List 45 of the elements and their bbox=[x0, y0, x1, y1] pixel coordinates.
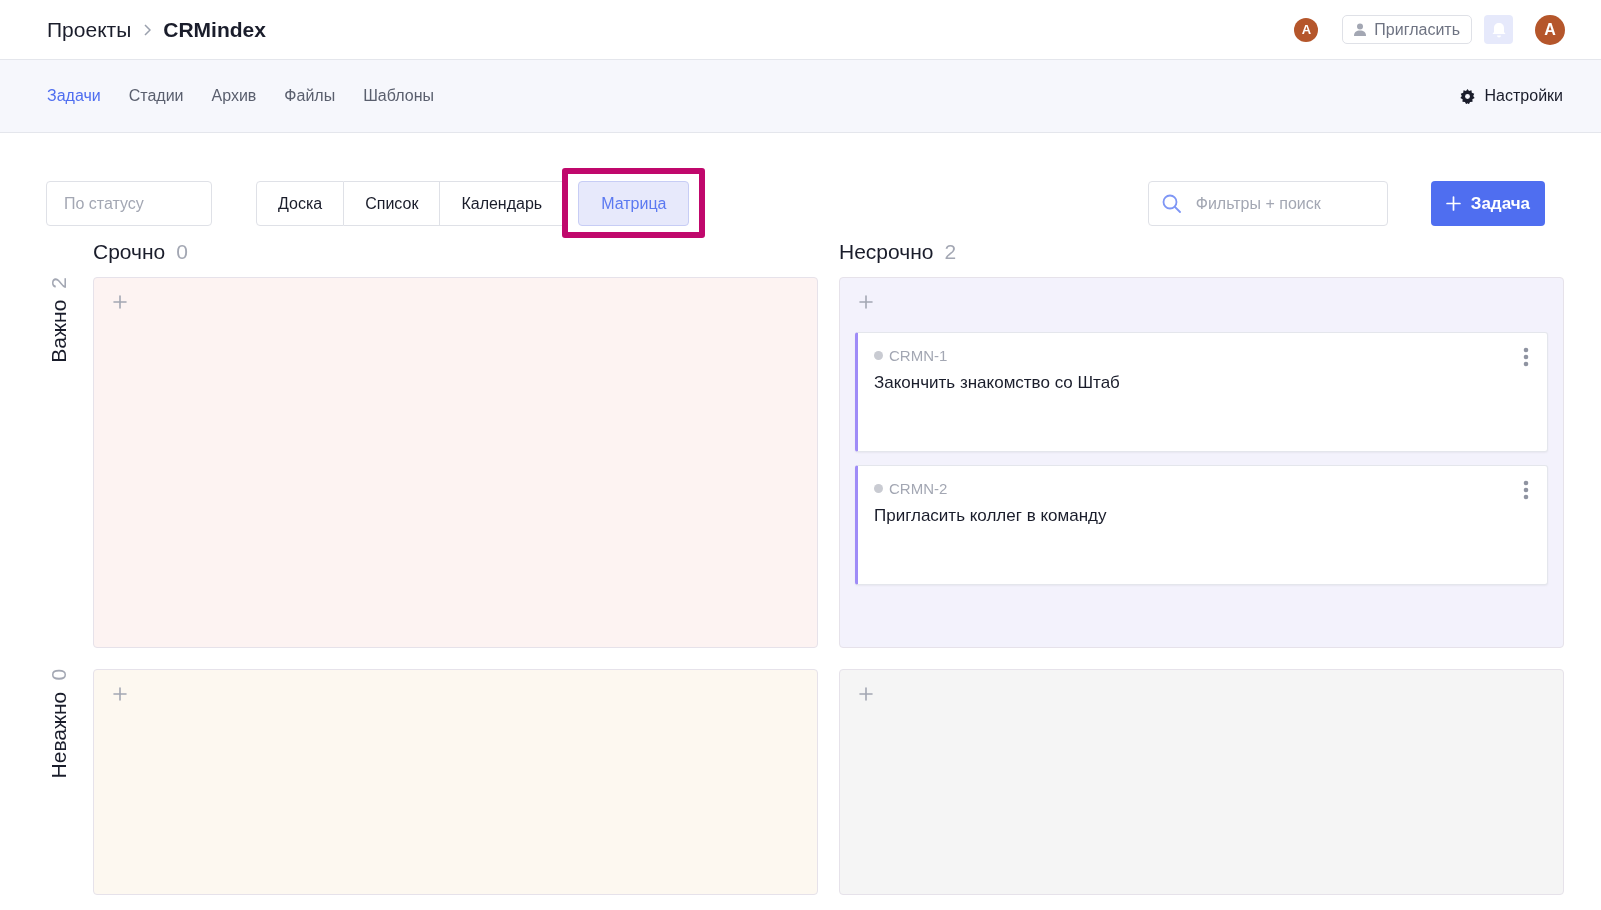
column-title: Несрочно bbox=[839, 240, 934, 264]
add-icon[interactable] bbox=[859, 295, 873, 309]
member-avatar[interactable]: A bbox=[1294, 17, 1319, 42]
search-field[interactable]: Фильтры + поиск bbox=[1147, 181, 1388, 226]
add-icon[interactable] bbox=[113, 295, 127, 309]
row-title: Важно bbox=[47, 299, 71, 363]
project-title: CRMindex bbox=[163, 17, 266, 42]
add-icon[interactable] bbox=[859, 687, 873, 701]
nav-tab[interactable]: Задачи bbox=[47, 87, 101, 105]
column-title: Срочно bbox=[93, 240, 166, 264]
view-tab[interactable]: Календарь bbox=[440, 181, 565, 226]
search-icon bbox=[1161, 194, 1181, 213]
view-tab[interactable]: Доска bbox=[256, 181, 345, 226]
column-count: 0 bbox=[176, 240, 188, 264]
task-key: CRMN-2 bbox=[889, 480, 948, 497]
nav-tab[interactable]: Файлы bbox=[284, 87, 336, 105]
more-options-icon[interactable] bbox=[1523, 480, 1529, 500]
settings-icon bbox=[1459, 88, 1475, 104]
row-count: 2 bbox=[47, 277, 71, 289]
status-filter-field[interactable]: По статусу bbox=[46, 181, 212, 226]
nav-tab[interactable]: Стадии bbox=[128, 87, 184, 105]
nav-tab[interactable]: Шаблоны bbox=[363, 87, 434, 105]
task-title[interactable]: Закончить знакомство со Штаб bbox=[874, 373, 1531, 393]
invite-button[interactable]: Пригласить bbox=[1342, 15, 1472, 44]
user-avatar[interactable]: A bbox=[1535, 14, 1565, 45]
task-title[interactable]: Пригласить коллег в команду bbox=[874, 506, 1531, 526]
nav-tab[interactable]: Архив bbox=[211, 87, 257, 105]
breadcrumb-link[interactable]: Проекты bbox=[47, 17, 132, 42]
view-tab[interactable]: Матрица bbox=[578, 181, 690, 226]
task-key: CRMN-1 bbox=[889, 347, 948, 364]
row-title: Неважно bbox=[47, 691, 71, 779]
bell-icon bbox=[1491, 21, 1506, 38]
column-count: 2 bbox=[944, 240, 957, 264]
plus-icon bbox=[1445, 196, 1461, 211]
notifications-button[interactable] bbox=[1484, 15, 1513, 44]
add-icon[interactable] bbox=[113, 687, 127, 701]
status-dot bbox=[874, 351, 883, 360]
chevron-right-icon bbox=[143, 23, 152, 36]
row-count: 0 bbox=[47, 669, 71, 681]
person-icon bbox=[1354, 23, 1367, 36]
status-dot bbox=[874, 484, 883, 493]
view-tab[interactable]: Список bbox=[344, 181, 441, 226]
more-options-icon[interactable] bbox=[1523, 347, 1529, 367]
settings-link[interactable]: Настройки bbox=[1459, 87, 1563, 105]
add-task-button[interactable]: Задача bbox=[1430, 181, 1545, 226]
